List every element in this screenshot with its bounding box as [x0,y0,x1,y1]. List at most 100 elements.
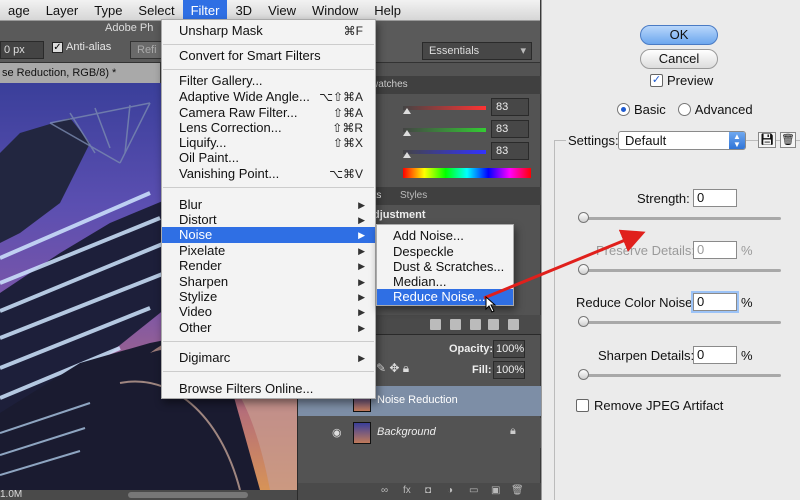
menu-item-lens-correction[interactable]: Lens Correction... ⇧⌘R [162,120,375,136]
menu-type[interactable]: Type [86,0,130,21]
menu-item-label: Distort [179,212,217,227]
menu-filter[interactable]: Filter [182,0,228,21]
new-layer-icon[interactable]: ▣ [491,485,500,496]
submenu-arrow-icon: ▶ [358,277,365,287]
horizontal-scrollbar[interactable] [128,492,248,498]
reduce-color-noise-slider[interactable] [578,316,781,328]
preview-checkbox[interactable]: ✓ Preview [650,73,713,88]
menu-item-video[interactable]: Video ▶ [162,304,375,320]
green-slider[interactable]: 83 [403,120,538,138]
slider-knob[interactable] [578,264,589,275]
menu-item-despeckle[interactable]: Despeckle [377,244,513,260]
save-settings-icon[interactable]: 💾︎ [758,132,776,148]
image-filter-icon[interactable] [430,319,441,330]
menu-item-median[interactable]: Median... [377,274,513,290]
sharpen-details-input[interactable]: 0 [693,346,737,364]
tab-swatches[interactable]: watches [371,76,408,94]
slider-handle-icon[interactable] [403,152,411,158]
fx-icon[interactable]: fx [403,485,411,496]
settings-dropdown[interactable]: Default ▲ ▼ [618,131,746,150]
status-bar: 1.0M [0,489,297,500]
slider-knob[interactable] [578,212,589,223]
slider-handle-icon[interactable] [403,108,411,114]
slider-knob[interactable] [578,316,589,327]
menu-item-oil-paint[interactable]: Oil Paint... [162,150,375,166]
tab-styles[interactable]: Styles [400,187,427,205]
menu-item-filter-gallery[interactable]: Filter Gallery... [162,73,375,89]
anti-alias-checkbox[interactable]: ✓ Anti-alias [52,41,111,53]
menu-item-render[interactable]: Render ▶ [162,258,375,274]
red-value[interactable]: 83 [491,98,529,116]
menu-layer[interactable]: Layer [38,0,87,21]
fill-input[interactable]: 100% [493,361,525,379]
opacity-input[interactable]: 100% [493,340,525,358]
menu-item-add-noise[interactable]: Add Noise... [377,228,513,244]
basic-radio[interactable]: Basic [617,102,666,117]
menu-item-sharpen[interactable]: Sharpen ▶ [162,274,375,290]
workspace-label: Essentials [429,45,480,57]
strength-input[interactable]: 0 [693,189,737,207]
menu-item-unsharp-mask[interactable]: Unsharp Mask ⌘F [162,23,375,39]
menu-item-liquify[interactable]: Liquify... ⇧⌘X [162,135,375,151]
menu-item-noise[interactable]: Noise ▶ [162,227,375,243]
ok-button[interactable]: OK [640,25,718,45]
menu-item-adaptive-wide-angle[interactable]: Adaptive Wide Angle... ⌥⇧⌘A [162,89,375,105]
remove-jpeg-artifact-checkbox[interactable]: ✓ Remove JPEG Artifact [576,398,723,413]
advanced-radio[interactable]: Advanced [677,102,753,117]
filter-menu: Unsharp Mask ⌘F Convert for Smart Filter… [161,19,376,399]
menu-item-stylize[interactable]: Stylize ▶ [162,289,375,305]
preserve-details-input[interactable]: 0 [693,241,737,259]
menu-select[interactable]: Select [130,0,182,21]
red-slider[interactable]: 83 [403,98,538,116]
delete-settings-icon[interactable]: 🗑︎ [780,132,796,148]
submenu-arrow-icon: ▶ [358,200,365,210]
menu-help[interactable]: Help [366,0,409,21]
submenu-arrow-icon: ▶ [358,307,365,317]
cancel-button[interactable]: Cancel [640,49,718,69]
strength-slider[interactable] [578,212,781,224]
adjustment-icon[interactable]: ◑ [447,485,453,496]
menu-item-pixelate[interactable]: Pixelate ▶ [162,243,375,259]
blue-value[interactable]: 83 [491,142,529,160]
slider-knob[interactable] [578,369,589,380]
adjustment-filter-icon[interactable] [450,319,461,330]
menu-item-convert-smart-filters[interactable]: Convert for Smart Filters [162,48,375,64]
menu-item-blur[interactable]: Blur ▶ [162,197,375,213]
preserve-details-slider[interactable] [578,264,781,276]
menu-window[interactable]: Window [304,0,366,21]
menu-3d[interactable]: 3D [227,0,260,21]
feather-input[interactable]: 0 px [0,41,44,59]
link-icon[interactable]: ∞ [381,485,388,496]
workspace-select[interactable]: Essentials ▾ [422,42,532,60]
menu-item-browse-filters[interactable]: Browse Filters Online... [162,381,375,397]
type-filter-icon[interactable] [470,319,481,330]
menu-item-dust-scratches[interactable]: Dust & Scratches... [377,259,513,275]
sharpen-details-slider[interactable] [578,369,781,381]
submenu-arrow-icon: ▶ [358,246,365,256]
smart-object-filter-icon[interactable] [508,319,519,330]
layer-background[interactable]: ◉ Background 🔒︎ [298,418,541,448]
mask-icon[interactable]: ◘ [425,485,431,496]
menu-item-other[interactable]: Other ▶ [162,320,375,336]
trash-icon[interactable]: 🗑︎ [511,485,524,496]
menu-item-vanishing-point[interactable]: Vanishing Point... ⌥⌘V [162,166,375,182]
shape-filter-icon[interactable] [488,319,499,330]
green-value[interactable]: 83 [491,120,529,138]
menu-item-digimarc[interactable]: Digimarc ▶ [162,350,375,366]
menu-item-camera-raw[interactable]: Camera Raw Filter... ⇧⌘A [162,105,375,121]
document-tab[interactable]: se Reduction, RGB/8) * [0,63,160,83]
opacity-label: Opacity: [449,343,494,355]
slider-handle-icon[interactable] [403,130,411,136]
color-spectrum[interactable] [403,168,531,178]
menu-item-reduce-noise[interactable]: Reduce Noise... [377,289,513,305]
folder-icon[interactable]: ▭ [469,485,478,496]
eye-icon[interactable]: ◉ [332,426,344,439]
menu-item-distort[interactable]: Distort ▶ [162,212,375,228]
blue-slider[interactable]: 83 [403,142,538,160]
chevron-updown-icon: ▲ ▼ [729,132,745,149]
menu-view[interactable]: View [260,0,304,21]
menu-divider [163,69,374,70]
reduce-noise-dialog: OK Cancel ✓ Preview Basic Advanced Setti… [541,0,800,500]
menu-image[interactable]: age [0,0,38,21]
reduce-color-noise-input[interactable]: 0 [693,293,737,311]
